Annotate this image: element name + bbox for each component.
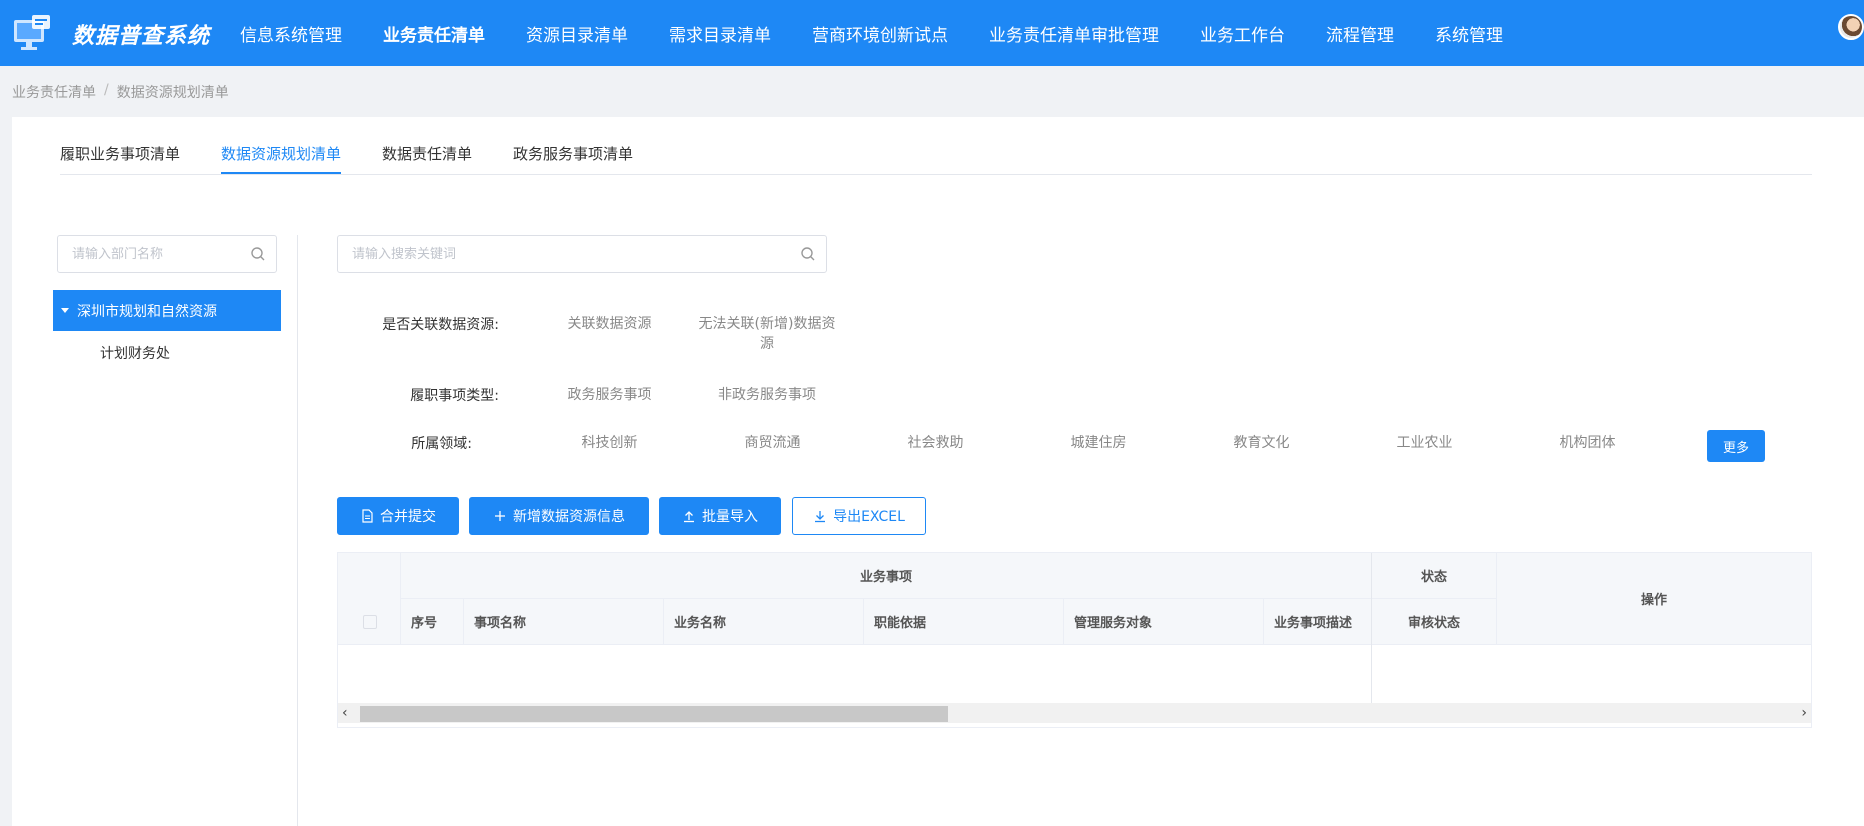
select-all-checkbox[interactable]	[362, 615, 377, 629]
filter-opt-domain-trade[interactable]: 商贸流通	[705, 433, 840, 453]
nav-item-list-approval[interactable]: 业务责任清单审批管理	[989, 21, 1159, 46]
scroll-left-icon[interactable]: ‹	[342, 705, 348, 721]
table-group-status: 状态	[1372, 553, 1497, 599]
filter-label-linked: 是否关联数据资源:	[382, 317, 499, 333]
horizontal-scrollbar[interactable]: ‹ ›	[338, 703, 1811, 723]
tree-node-root-label: 深圳市规划和自然资源	[77, 303, 217, 320]
nav-item-business-env-pilot[interactable]: 营商环境创新试点	[812, 21, 948, 46]
keyword-search-input[interactable]	[338, 236, 826, 272]
filter-opt-domain-housing[interactable]: 城建住房	[1031, 433, 1166, 453]
table-col-ops: 操作	[1497, 553, 1811, 645]
user-avatar[interactable]	[1838, 14, 1864, 40]
nav-item-resource-catalog[interactable]: 资源目录清单	[526, 21, 628, 46]
tree-node-child[interactable]: 计划财务处	[100, 343, 170, 363]
nav-item-process-mgmt[interactable]: 流程管理	[1326, 21, 1394, 46]
breadcrumb-item-current: 数据资源规划清单	[116, 85, 229, 101]
batch-import-label: 批量导入	[702, 509, 758, 525]
resource-table: 业务事项 状态 操作 序号 事项名称 业务名称 职能依据 管理服务对象 业务事项…	[337, 552, 1812, 728]
nav-item-business-list[interactable]: 业务责任清单	[383, 21, 485, 46]
tree-node-root[interactable]: 深圳市规划和自然资源	[53, 290, 281, 331]
filter-opt-non-gov-service[interactable]: 非政务服务事项	[692, 385, 842, 405]
tab-duty-items[interactable]: 履职业务事项清单	[60, 143, 180, 174]
tab-data-responsibility[interactable]: 数据责任清单	[382, 143, 472, 174]
upload-icon	[684, 511, 694, 523]
table-col-description[interactable]: 业务事项描述	[1264, 599, 1372, 645]
nav-item-demand-catalog[interactable]: 需求目录清单	[669, 21, 771, 46]
filter-label-domain: 所属领域:	[411, 436, 472, 452]
search-icon[interactable]	[800, 246, 816, 262]
dept-search-box	[57, 235, 277, 273]
table-checkbox-cell	[338, 599, 401, 645]
table-col-index[interactable]: 序号	[401, 599, 464, 645]
table-col-business-name[interactable]: 业务名称	[664, 599, 864, 645]
scroll-right-icon[interactable]: ›	[1801, 705, 1807, 721]
table-col-item-name[interactable]: 事项名称	[464, 599, 664, 645]
filter-opt-linked-resource[interactable]: 关联数据资源	[542, 314, 677, 334]
add-resource-label: 新增数据资源信息	[513, 509, 625, 525]
nav-item-workbench[interactable]: 业务工作台	[1200, 21, 1285, 46]
fixed-column-divider	[1371, 553, 1372, 723]
dept-search-input[interactable]	[58, 236, 276, 272]
nav-item-info-system[interactable]: 信息系统管理	[240, 21, 342, 46]
table-col-review-status[interactable]: 审核状态	[1372, 599, 1497, 645]
filter-opt-unlinked-resource[interactable]: 无法关联(新增)数据资源	[692, 314, 842, 354]
filter-opt-domain-relief[interactable]: 社会救助	[868, 433, 1003, 453]
caret-down-icon[interactable]	[61, 308, 69, 313]
keyword-search-box	[337, 235, 827, 273]
more-domains-button[interactable]: 更多	[1707, 430, 1765, 462]
nav-item-system-mgmt[interactable]: 系统管理	[1435, 21, 1503, 46]
main-nav: 信息系统管理 业务责任清单 资源目录清单 需求目录清单 营商环境创新试点 业务责…	[240, 0, 1544, 66]
breadcrumb-item-business-list[interactable]: 业务责任清单	[12, 82, 96, 102]
document-icon	[362, 509, 373, 523]
tab-bar: 履职业务事项清单 数据资源规划清单 数据责任清单 政务服务事项清单	[60, 117, 1812, 175]
download-icon	[815, 511, 826, 523]
export-excel-button[interactable]: 导出EXCEL	[792, 497, 926, 535]
table-col-function-basis[interactable]: 职能依据	[864, 599, 1064, 645]
plus-icon	[495, 511, 505, 521]
tab-resource-planning[interactable]: 数据资源规划清单	[221, 143, 342, 174]
filter-opt-domain-education[interactable]: 教育文化	[1194, 433, 1329, 453]
filter-opt-domain-tech[interactable]: 科技创新	[542, 433, 677, 453]
filter-opt-domain-org[interactable]: 机构团体	[1520, 433, 1655, 453]
main-panel: 履职业务事项清单 数据资源规划清单 数据责任清单 政务服务事项清单 深圳市规划和…	[12, 117, 1864, 826]
filter-label-duty-type: 履职事项类型:	[410, 388, 499, 404]
breadcrumb-separator: /	[104, 82, 109, 98]
table-col-service-target[interactable]: 管理服务对象	[1064, 599, 1264, 645]
breadcrumb: 业务责任清单 / 数据资源规划清单	[12, 82, 229, 102]
batch-import-button[interactable]: 批量导入	[659, 497, 781, 535]
scrollbar-thumb[interactable]	[360, 706, 948, 722]
filter-opt-domain-industry[interactable]: 工业农业	[1357, 433, 1492, 453]
panel-divider	[297, 235, 298, 826]
table-group-business: 业务事项	[401, 553, 1372, 599]
top-header: 数据普查系统 信息系统管理 业务责任清单 资源目录清单 需求目录清单 营商环境创…	[0, 0, 1864, 66]
app-logo-icon	[14, 15, 50, 50]
tab-gov-service-items[interactable]: 政务服务事项清单	[513, 143, 633, 174]
add-resource-button[interactable]: 新增数据资源信息	[469, 497, 649, 535]
filter-opt-gov-service[interactable]: 政务服务事项	[542, 385, 677, 405]
export-excel-label: 导出EXCEL	[833, 509, 905, 525]
merge-submit-button[interactable]: 合并提交	[337, 497, 459, 535]
merge-submit-label: 合并提交	[380, 509, 436, 525]
search-icon[interactable]	[250, 246, 266, 262]
app-title: 数据普查系统	[72, 24, 211, 49]
